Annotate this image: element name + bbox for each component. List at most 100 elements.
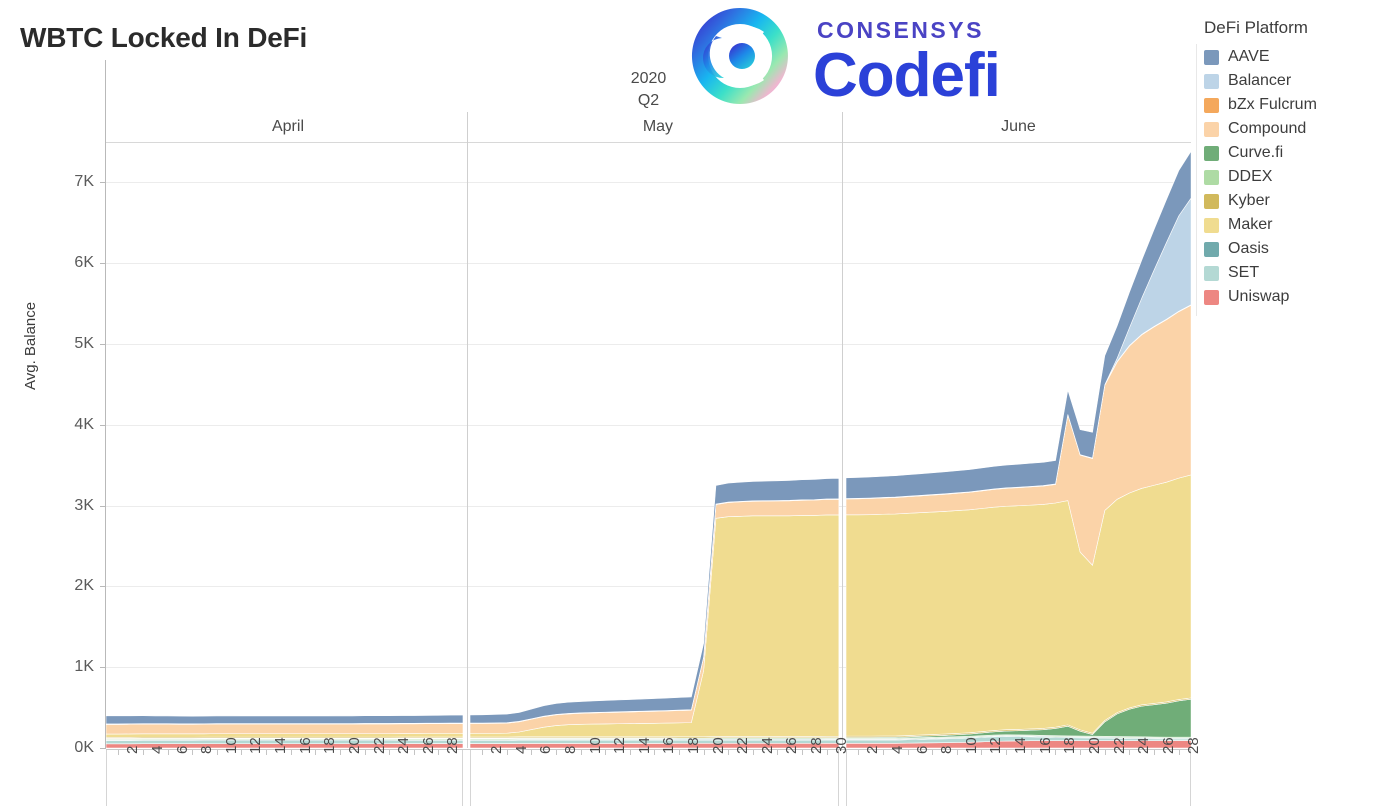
x-tick-mark [1129, 750, 1131, 755]
x-panel-frame-right [837, 750, 839, 806]
legend-swatch-icon [1204, 97, 1219, 113]
x-tick-label: 28 [444, 737, 462, 754]
legend-swatch-icon [1204, 217, 1219, 233]
legend-item-label: Oasis [1228, 240, 1269, 257]
stacked-area-panel-june [845, 150, 1191, 748]
x-tick-label: 14 [272, 737, 290, 754]
legend-item-label: Compound [1228, 120, 1307, 137]
x-tick-label: 6 [537, 745, 555, 754]
plot-area [100, 142, 1191, 749]
axis-month-label: May [642, 118, 674, 135]
x-panel-frame-left [470, 750, 471, 806]
legend-item-label: Maker [1228, 216, 1273, 233]
legend-item-label: Balancer [1228, 72, 1292, 89]
x-tick-label: 16 [1036, 737, 1054, 754]
x-tick-mark [1154, 750, 1156, 755]
x-tick-mark [802, 750, 803, 755]
legend-item-compound[interactable]: Compound [1204, 117, 1394, 141]
x-tick-mark [858, 750, 860, 755]
x-tick-mark [389, 750, 391, 755]
legend-swatch-icon [1204, 145, 1219, 161]
legend-item-kyber[interactable]: Kyber [1204, 189, 1394, 213]
x-tick-mark [531, 750, 533, 755]
chart-root: WBTC Locked In DeFi CONSENSYS Codefi 202… [0, 0, 1400, 808]
x-tick-mark [1030, 750, 1032, 755]
x-tick-mark [956, 750, 958, 755]
x-tick-label: 14 [1012, 737, 1030, 754]
axis-month-june: June [846, 116, 1191, 142]
legend-swatch-icon [1204, 193, 1219, 209]
x-tick-mark [728, 750, 730, 755]
legend-item-uniswap[interactable]: Uniswap [1204, 285, 1394, 309]
legend-item-aave[interactable]: AAVE [1204, 45, 1394, 69]
x-tick-mark [580, 750, 582, 755]
area-series-compound [106, 723, 463, 735]
x-tick-label: 2 [488, 745, 506, 754]
legend-swatch-icon [1204, 289, 1219, 305]
x-tick-label: 16 [296, 737, 314, 754]
axis-month-april: April [106, 116, 470, 142]
x-tick-label: 4 [888, 745, 906, 754]
legend-item-label: Curve.fi [1228, 144, 1284, 161]
x-tick-mark [1055, 750, 1057, 755]
x-tick-label: 20 [345, 737, 363, 754]
x-tick-label: 20 [709, 737, 727, 754]
x-tick-label: 4 [512, 745, 530, 754]
axis-month-row: April May June [106, 116, 1191, 142]
x-tick-mark [1080, 750, 1082, 755]
legend-item-label: SET [1228, 264, 1260, 281]
x-tick-mark [882, 750, 884, 755]
x-tick-label: 18 [321, 737, 339, 754]
x-tick-mark [167, 750, 169, 755]
x-tick-mark [142, 750, 144, 755]
legend-item-label: DDEX [1228, 168, 1273, 185]
legend-swatch-icon [1204, 121, 1219, 137]
x-panel-frame-right [462, 750, 463, 806]
x-tick-mark [506, 750, 508, 755]
y-tick-label: 1K [74, 658, 94, 676]
legend-item-oasis[interactable]: Oasis [1204, 237, 1394, 261]
legend-item-bzx-fulcrum[interactable]: bZx Fulcrum [1204, 93, 1394, 117]
y-tick-label: 6K [74, 254, 94, 272]
x-panel-frame-left [845, 750, 847, 806]
axis-year-label: 2020 [630, 70, 667, 87]
panel-separator-header [842, 112, 844, 142]
x-tick-mark [654, 750, 656, 755]
axis-bottom: 2 4 6 8 10 12 14 16 18 20 22 24 26 28 2 4 6 8 10 12 14 16 18 20… [106, 737, 1202, 807]
x-tick-mark [339, 750, 341, 755]
legend-item-balancer[interactable]: Balancer [1204, 69, 1394, 93]
x-tick-label: 28 [808, 737, 825, 754]
y-tick-label: 0K [74, 739, 94, 756]
x-tick-mark [703, 750, 705, 755]
y-tick-label: 2K [74, 577, 94, 595]
legend-item-curve-fi[interactable]: Curve.fi [1204, 141, 1394, 165]
legend: DeFi Platform AAVE Balancer bZx Fulcrum Com… [1196, 18, 1394, 316]
legend-item-set[interactable]: SET [1204, 261, 1394, 285]
x-tick-label: 26 [1160, 737, 1178, 754]
x-tick-label: 24 [1135, 737, 1153, 754]
x-tick-label: 16 [660, 737, 678, 754]
legend-swatch-icon [1204, 169, 1219, 185]
x-tick-mark [907, 750, 909, 755]
legend-item-maker[interactable]: Maker [1204, 213, 1394, 237]
x-tick-mark [482, 750, 484, 755]
x-tick-label: 2 [864, 745, 882, 754]
panel-separator [466, 142, 468, 748]
x-tick-label: 14 [635, 737, 653, 754]
legend-item-label: Uniswap [1228, 288, 1290, 305]
x-tick-mark [629, 750, 631, 755]
x-tick-mark [216, 750, 218, 755]
legend-swatch-icon [1204, 241, 1219, 257]
x-tick-mark [1104, 750, 1106, 755]
x-tick-label: 26 [419, 737, 437, 754]
legend-swatch-icon [1204, 49, 1219, 65]
legend-item-ddex[interactable]: DDEX [1204, 165, 1394, 189]
axis-month-label: June [1001, 118, 1036, 135]
stacked-area-panel-april [106, 714, 463, 748]
x-tick-mark [932, 750, 934, 755]
x-tick-label: 4 [148, 745, 166, 754]
x-tick-mark [777, 750, 779, 755]
x-tick-mark [752, 750, 754, 755]
y-tick-label: 7K [74, 173, 94, 191]
x-tick-label: 10 [222, 737, 240, 754]
